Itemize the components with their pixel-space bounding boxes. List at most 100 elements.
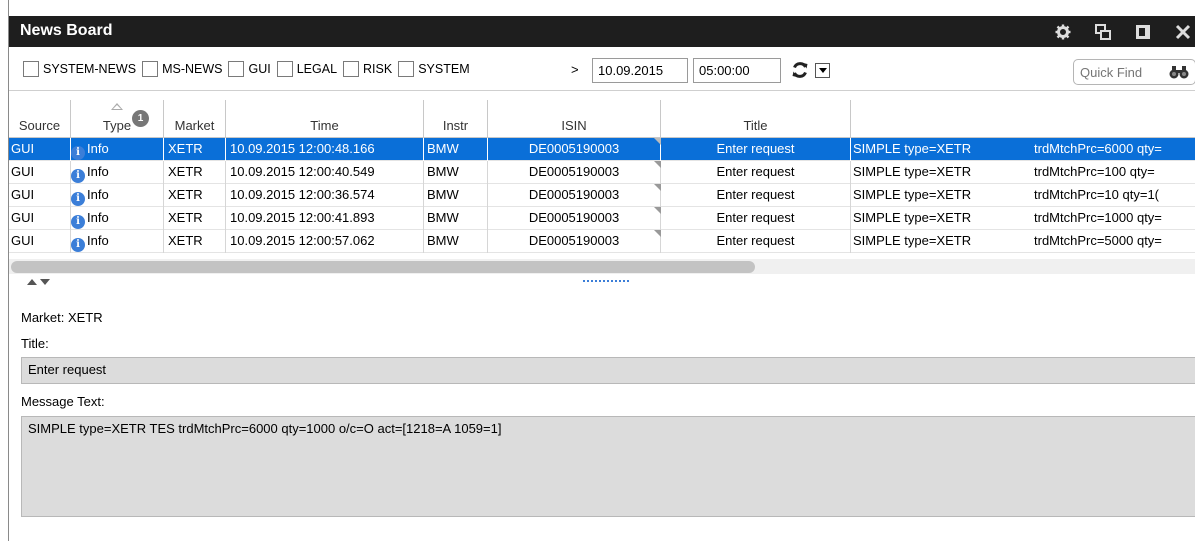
- checkbox-box[interactable]: [276, 61, 293, 77]
- cell-title: Enter request: [661, 161, 851, 184]
- checkbox-label: RISK: [363, 62, 393, 76]
- checkbox-label: SYSTEM-NEWS: [43, 62, 137, 76]
- info-icon: i: [71, 215, 85, 229]
- checkbox-box[interactable]: [23, 61, 39, 77]
- cell-text-continued: trdMtchPrc=1000 qty=: [1034, 210, 1162, 225]
- cell-type: i Info: [71, 184, 164, 207]
- cell-type: i Info: [71, 161, 164, 184]
- gear-icon[interactable]: [1050, 16, 1076, 47]
- column-header-time[interactable]: Time: [226, 100, 424, 138]
- filter-ms-news-checkbox[interactable]: MS-NEWS: [142, 61, 222, 77]
- cell-text-continued: trdMtchPrc=6000 qty=: [1034, 141, 1162, 156]
- cell-source: GUI: [9, 161, 71, 184]
- cell-instr: BMW: [424, 230, 488, 253]
- collapse-up-icon[interactable]: [27, 279, 37, 285]
- checkbox-box[interactable]: [343, 61, 360, 77]
- info-icon: i: [71, 238, 85, 252]
- filter-risk-checkbox[interactable]: RISK: [343, 61, 392, 77]
- cell-source: GUI: [9, 207, 71, 230]
- filter-system-news-checkbox[interactable]: SYSTEM-NEWS: [23, 61, 136, 77]
- cell-title: Enter request: [661, 138, 851, 161]
- column-header-type[interactable]: Type: [71, 100, 164, 138]
- cell-market: XETR: [164, 161, 226, 184]
- filter-toolbar: SYSTEM-NEWS MS-NEWS GUI LEGAL RISK SYSTE…: [9, 47, 1195, 91]
- table-row[interactable]: GUI i Info XETR 10.09.2015 12:00:57.062 B…: [9, 230, 1195, 253]
- detail-title-value: Enter request: [21, 357, 1195, 384]
- cell-market: XETR: [164, 138, 226, 161]
- cell-text: SIMPLE type=XETR: [853, 187, 972, 202]
- column-header-source[interactable]: Source: [9, 100, 71, 138]
- cell-title: Enter request: [661, 207, 851, 230]
- restore-window-icon[interactable]: [1090, 16, 1116, 47]
- pane-splitter[interactable]: [9, 275, 1195, 289]
- cell-market: XETR: [164, 184, 226, 207]
- cell-market: XETR: [164, 207, 226, 230]
- close-icon[interactable]: [1170, 16, 1195, 47]
- filter-legal-checkbox[interactable]: LEGAL: [276, 61, 338, 77]
- cell-title: Enter request: [661, 230, 851, 253]
- type-filter-badge: 1: [132, 110, 149, 127]
- time-field[interactable]: 05:00:00: [693, 58, 781, 83]
- cell-type-label: Info: [87, 210, 109, 225]
- checkbox-box[interactable]: [142, 61, 159, 77]
- info-icon: i: [71, 169, 85, 183]
- cell-time: 10.09.2015 12:00:36.574: [226, 184, 424, 207]
- checkbox-box[interactable]: [228, 61, 245, 77]
- cell-isin: DE0005190003: [488, 230, 661, 253]
- cell-isin: DE0005190003: [488, 161, 661, 184]
- detach-window-icon[interactable]: [1130, 16, 1156, 47]
- date-field[interactable]: 10.09.2015: [592, 58, 688, 83]
- splitter-grip[interactable]: [583, 280, 629, 282]
- cell-text-continued: trdMtchPrc=5000 qty=: [1034, 233, 1162, 248]
- title-bar: News Board: [9, 16, 1195, 47]
- cell-note-marker: [654, 161, 661, 168]
- column-header-title[interactable]: Title: [661, 100, 851, 138]
- cell-text: SIMPLE type=XETR: [853, 210, 972, 225]
- cell-text-continued: trdMtchPrc=10 qty=1(: [1034, 187, 1159, 202]
- column-header-text[interactable]: [851, 100, 1195, 138]
- checkbox-box[interactable]: [398, 61, 415, 77]
- column-header-market[interactable]: Market: [164, 100, 226, 138]
- cell-type: i Info: [71, 138, 164, 161]
- cell-type-label: Info: [87, 233, 109, 248]
- column-header-isin[interactable]: ISIN: [488, 100, 661, 138]
- sort-ascending-icon: [111, 103, 123, 110]
- cell-isin: DE0005190003: [488, 207, 661, 230]
- filter-system-checkbox[interactable]: SYSTEM: [398, 61, 470, 77]
- cell-type: i Info: [71, 230, 164, 253]
- cell-type-label: Info: [87, 141, 109, 156]
- news-board-window: News Board SYSTEM-NEWS MS-NEWS GUI LEGAL…: [8, 0, 1195, 541]
- cell-source: GUI: [9, 184, 71, 207]
- collapse-down-icon[interactable]: [40, 279, 50, 285]
- cell-type: i Info: [71, 207, 164, 230]
- checkbox-label: GUI: [248, 62, 271, 76]
- table-row[interactable]: GUI i Info XETR 10.09.2015 12:00:48.166 B…: [9, 138, 1195, 161]
- cell-time: 10.09.2015 12:00:41.893: [226, 207, 424, 230]
- cell-instr: BMW: [424, 161, 488, 184]
- cell-note-marker: [654, 184, 661, 191]
- column-header-instr[interactable]: Instr: [424, 100, 488, 138]
- splitter-arrows: [27, 279, 50, 285]
- category-filters: SYSTEM-NEWS MS-NEWS GUI LEGAL RISK SYSTE…: [23, 61, 476, 77]
- scrollbar-thumb[interactable]: [11, 261, 755, 273]
- cell-instr: BMW: [424, 138, 488, 161]
- table-row[interactable]: GUI i Info XETR 10.09.2015 12:00:40.549 B…: [9, 161, 1195, 184]
- chevron-down-icon[interactable]: [815, 63, 830, 78]
- checkbox-label: LEGAL: [296, 62, 338, 76]
- quick-find-box: [1073, 59, 1195, 85]
- filter-gui-checkbox[interactable]: GUI: [228, 61, 271, 77]
- cell-text-continued: trdMtchPrc=100 qty=: [1034, 164, 1155, 179]
- cell-text: SIMPLE type=XETR: [853, 164, 972, 179]
- checkbox-label: SYSTEM: [418, 62, 470, 76]
- info-icon: i: [71, 192, 85, 206]
- table-row[interactable]: GUI i Info XETR 10.09.2015 12:00:41.893 B…: [9, 207, 1195, 230]
- cell-note-marker: [654, 230, 661, 237]
- checkbox-label: MS-NEWS: [162, 62, 223, 76]
- detail-message-label: Message Text:: [21, 394, 105, 409]
- refresh-icon[interactable]: [790, 60, 810, 80]
- binoculars-icon[interactable]: [1169, 64, 1189, 83]
- table-row[interactable]: GUI i Info XETR 10.09.2015 12:00:36.574 B…: [9, 184, 1195, 207]
- greater-than-label: >: [571, 62, 579, 77]
- quick-find-input[interactable]: [1080, 64, 1160, 81]
- horizontal-scrollbar[interactable]: [9, 259, 1195, 274]
